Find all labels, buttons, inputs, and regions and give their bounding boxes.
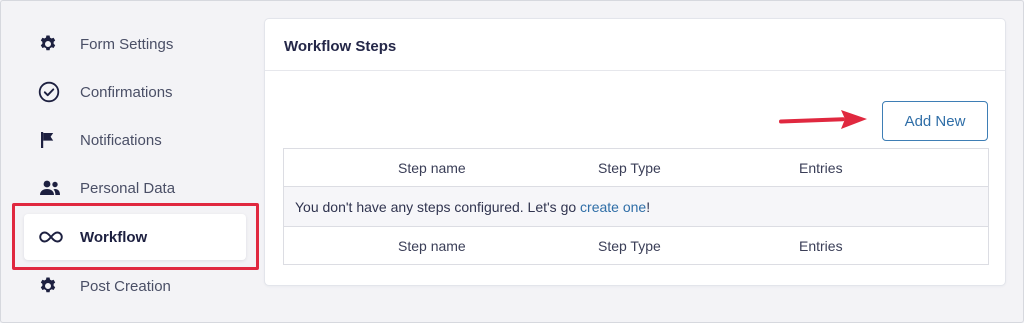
sidebar-item-confirmations[interactable]: Confirmations bbox=[24, 69, 246, 115]
column-header-step-type[interactable]: Step Type bbox=[598, 160, 661, 176]
gear-icon bbox=[38, 32, 66, 56]
sidebar-item-label: Form Settings bbox=[80, 35, 174, 53]
sidebar-item-label: Workflow bbox=[80, 228, 148, 246]
workflow-steps-panel: Workflow Steps Add New Step name Step Ty… bbox=[264, 18, 1006, 286]
workflow-steps-table: Step name Step Type Entries You don't ha… bbox=[283, 148, 989, 265]
flag-icon bbox=[38, 128, 66, 152]
gear-icon bbox=[38, 274, 66, 298]
column-footer-step-type[interactable]: Step Type bbox=[598, 238, 661, 254]
column-footer-entries[interactable]: Entries bbox=[799, 238, 843, 254]
check-circle-icon bbox=[38, 80, 66, 104]
table-footer-row: Step name Step Type Entries bbox=[284, 227, 988, 265]
workflow-icon bbox=[38, 225, 66, 249]
sidebar-item-label: Personal Data bbox=[80, 179, 176, 197]
empty-state-row: You don't have any steps configured. Let… bbox=[284, 187, 988, 227]
sidebar-item-personal-data[interactable]: Personal Data bbox=[24, 165, 246, 211]
arrow-annotation-icon bbox=[779, 110, 867, 129]
sidebar-item-label: Notifications bbox=[80, 131, 162, 149]
sidebar-item-form-settings[interactable]: Form Settings bbox=[24, 21, 246, 67]
empty-message-text: You don't have any steps configured. Let… bbox=[295, 198, 581, 215]
panel-title: Workflow Steps bbox=[265, 19, 1005, 71]
add-new-button[interactable]: Add New bbox=[882, 101, 988, 141]
sidebar-item-workflow[interactable]: Workflow bbox=[24, 214, 246, 260]
sidebar-item-label: Post Creation bbox=[80, 277, 171, 295]
empty-message-suffix: ! bbox=[646, 198, 651, 215]
column-header-entries[interactable]: Entries bbox=[799, 160, 843, 176]
column-header-step-name[interactable]: Step name bbox=[398, 160, 466, 176]
users-icon bbox=[38, 176, 66, 200]
sidebar-item-notifications[interactable]: Notifications bbox=[24, 117, 246, 163]
create-step-link[interactable]: create one bbox=[580, 199, 646, 215]
settings-sidebar: Form Settings Confirmations Notification… bbox=[0, 0, 262, 323]
column-footer-step-name[interactable]: Step name bbox=[398, 238, 466, 254]
sidebar-item-post-creation[interactable]: Post Creation bbox=[24, 263, 246, 309]
table-header-row: Step name Step Type Entries bbox=[284, 149, 988, 187]
sidebar-item-label: Confirmations bbox=[80, 83, 173, 101]
